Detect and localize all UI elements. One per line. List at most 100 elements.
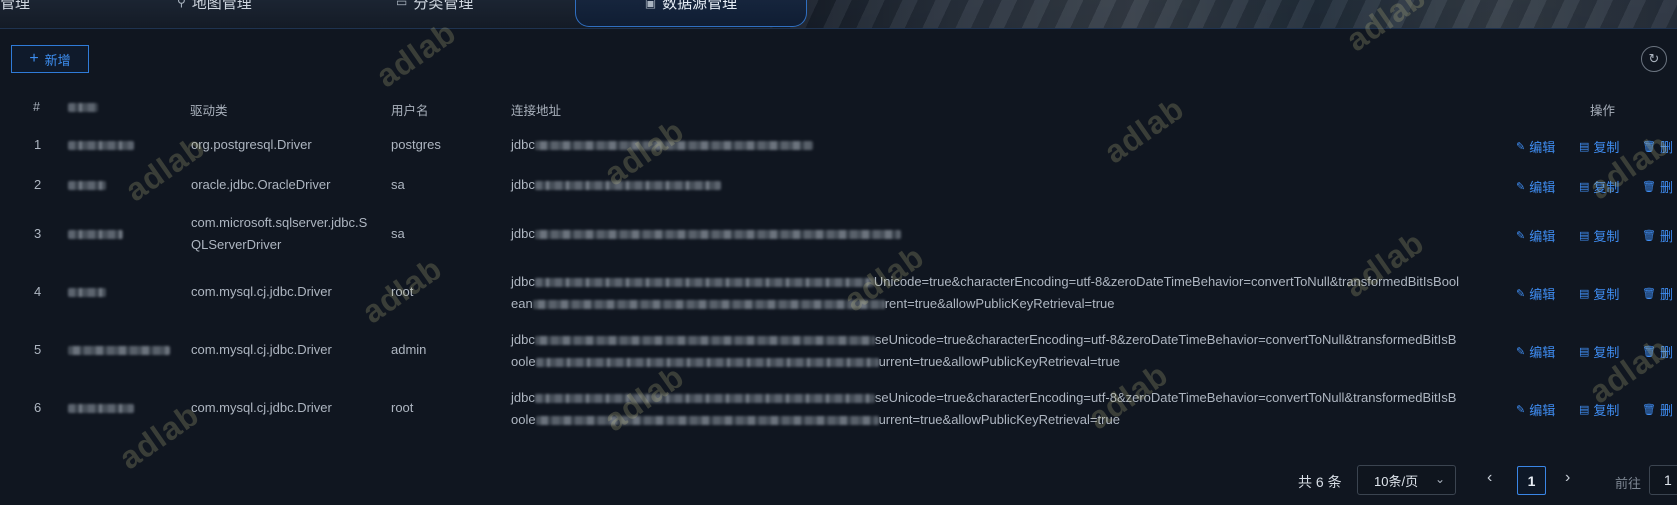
row-url: jdbc seUnicode=true&characterEncoding=utf…: [511, 387, 1456, 409]
nav-decoration: [770, 0, 1677, 28]
url-prefix: jdbc: [511, 274, 535, 289]
delete-button[interactable]: 🗑 删: [1642, 400, 1673, 419]
edit-button[interactable]: ✎ 编辑: [1516, 177, 1555, 196]
folder-icon: ▭: [396, 0, 408, 9]
add-button[interactable]: + 新增: [11, 45, 89, 73]
copy-icon: ▤: [1579, 181, 1590, 193]
redacted-text: [534, 230, 901, 240]
row-username: root: [391, 400, 414, 415]
edit-button[interactable]: ✎ 编辑: [1516, 400, 1555, 419]
goto-page-input[interactable]: 1: [1649, 465, 1677, 495]
row-name: [68, 134, 134, 156]
row-username: sa: [391, 177, 405, 192]
refresh-button[interactable]: ↻: [1641, 46, 1667, 72]
row-driver: com.mysql.cj.jdbc.Driver: [191, 284, 332, 299]
copy-button[interactable]: ▤ 复制: [1579, 400, 1619, 419]
column-header-driver: 驱动类: [190, 104, 228, 118]
row-url: jdbc seUnicode=true&characterEncoding=utf…: [511, 329, 1456, 351]
copy-button[interactable]: ▤ 复制: [1579, 342, 1619, 361]
delete-button[interactable]: 🗑 删: [1642, 226, 1673, 245]
redacted-text: [534, 394, 875, 404]
watermark: adlab: [1097, 89, 1191, 171]
redacted-text: [534, 181, 721, 191]
edit-icon: ✎: [1516, 288, 1526, 300]
edit-icon: ✎: [1516, 346, 1526, 358]
row-username: root: [391, 284, 414, 299]
redacted-text: [534, 141, 813, 151]
add-button-label: 新增: [44, 52, 71, 68]
row-name: [68, 223, 123, 245]
nav-tab-datasource[interactable]: ▣ 数据源管理: [575, 0, 807, 27]
edit-icon: ✎: [1516, 404, 1526, 416]
row-index: 4: [34, 284, 42, 299]
delete-button[interactable]: 🗑 删: [1642, 342, 1673, 361]
edit-button[interactable]: ✎ 编辑: [1516, 226, 1555, 245]
url-prefix: oole: [511, 354, 536, 369]
redacted-text: [68, 346, 170, 356]
url-prefix: jdbc: [511, 226, 535, 241]
nav-tab-category[interactable]: ▭ 分类管理: [396, 0, 473, 13]
row-driver: org.postgresql.Driver: [191, 137, 312, 152]
edit-icon: ✎: [1516, 141, 1526, 153]
copy-icon: ▤: [1579, 288, 1590, 300]
copy-button[interactable]: ▤ 复制: [1579, 177, 1619, 196]
nav-tab-label: 分类管理: [413, 0, 474, 12]
copy-button[interactable]: ▤ 复制: [1579, 226, 1619, 245]
url-rest: urrent=true&allowPublicKeyRetrieval=true: [878, 354, 1120, 369]
delete-button[interactable]: 🗑 删: [1642, 137, 1673, 156]
delete-button[interactable]: 🗑 删: [1642, 177, 1673, 196]
edit-button[interactable]: ✎ 编辑: [1516, 342, 1555, 361]
next-page-button[interactable]: ›: [1565, 469, 1570, 487]
redacted-text: [68, 230, 123, 240]
prev-page-button[interactable]: ‹: [1487, 469, 1492, 487]
edit-button[interactable]: ✎ 编辑: [1516, 137, 1555, 156]
database-icon: ▣: [644, 0, 657, 10]
row-index: 3: [34, 226, 42, 241]
row-name: [68, 174, 106, 196]
edit-icon: ✎: [1516, 181, 1526, 193]
trash-icon: 🗑: [1642, 181, 1656, 193]
url-rest: urrent=true&allowPublicKeyRetrieval=true: [878, 412, 1120, 427]
url-prefix: oole: [511, 412, 536, 427]
redacted-text: [535, 358, 879, 368]
url-prefix: jdbc: [511, 137, 535, 152]
column-header-actions: 操作: [1590, 104, 1616, 118]
row-index: 6: [34, 400, 42, 415]
redacted-text: [68, 103, 98, 113]
trash-icon: 🗑: [1642, 404, 1656, 416]
nav-tab-map[interactable]: ⚲ 地图管理: [177, 0, 252, 13]
row-name: [68, 397, 134, 419]
chevron-down-icon: ⌄: [1434, 472, 1445, 486]
redacted-text: [68, 288, 106, 298]
url-prefix: jdbc: [511, 177, 535, 192]
redacted-text: [535, 416, 879, 426]
copy-button[interactable]: ▤ 复制: [1579, 137, 1619, 156]
redacted-text: [534, 336, 875, 346]
row-url: jdbc: [511, 174, 721, 196]
redacted-text: [532, 300, 885, 310]
plus-icon: +: [29, 50, 39, 67]
url-rest: seUnicode=true&characterEncoding=utf-8&z…: [874, 332, 1457, 347]
nav-tab-label: 地图管理: [191, 0, 252, 12]
column-header-url: 连接地址: [511, 104, 562, 118]
map-icon: ⚲: [177, 0, 186, 9]
goto-label: 前往: [1615, 476, 1642, 491]
url-rest: Unicode=true&characterEncoding=utf-8&zer…: [873, 274, 1460, 289]
row-username: sa: [391, 226, 405, 241]
copy-icon: ▤: [1579, 141, 1590, 153]
trash-icon: 🗑: [1642, 141, 1656, 153]
copy-button[interactable]: ▤ 复制: [1579, 284, 1619, 303]
row-driver: oracle.jdbc.OracleDriver: [191, 177, 331, 192]
row-driver: com.mysql.cj.jdbc.Driver: [191, 342, 332, 357]
page-size-value: 10条/页: [1374, 473, 1419, 489]
trash-icon: 🗑: [1642, 230, 1656, 242]
nav-tab-manage[interactable]: 管理: [0, 0, 30, 13]
trash-icon: 🗑: [1642, 288, 1656, 300]
edit-button[interactable]: ✎ 编辑: [1516, 284, 1555, 303]
nav-tab-label: 管理: [0, 0, 31, 12]
delete-button[interactable]: 🗑 删: [1642, 284, 1673, 303]
row-index: 1: [34, 137, 42, 152]
row-index: 2: [34, 177, 42, 192]
page-size-select[interactable]: 10条/页 ⌄: [1357, 465, 1456, 495]
page-number-1[interactable]: 1: [1517, 466, 1546, 495]
